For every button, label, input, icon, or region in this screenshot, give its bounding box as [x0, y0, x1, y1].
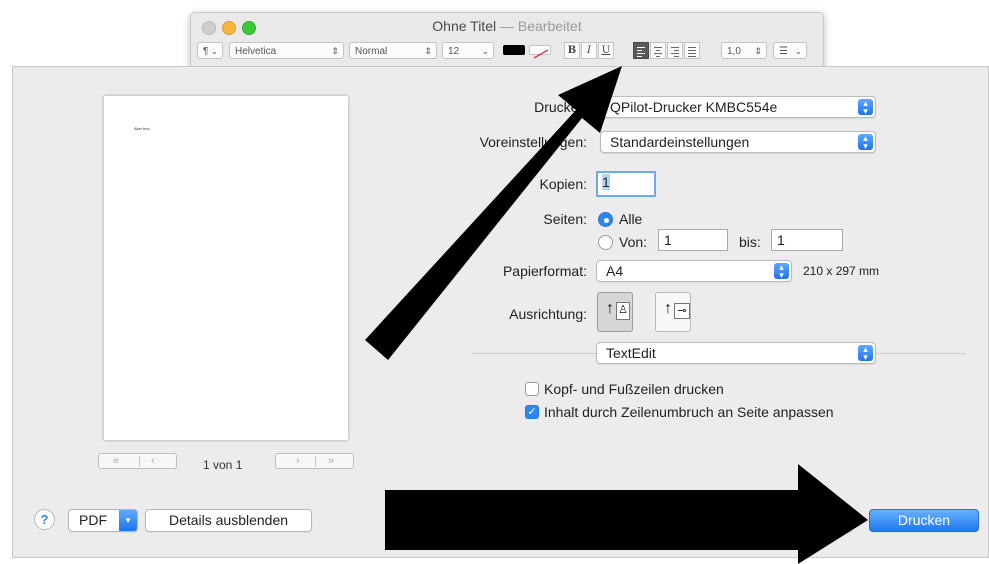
- annotation-arrows: [365, 66, 868, 564]
- arrow-to-underline-annotation: [365, 66, 622, 360]
- arrow-to-print-annotation: [385, 464, 868, 564]
